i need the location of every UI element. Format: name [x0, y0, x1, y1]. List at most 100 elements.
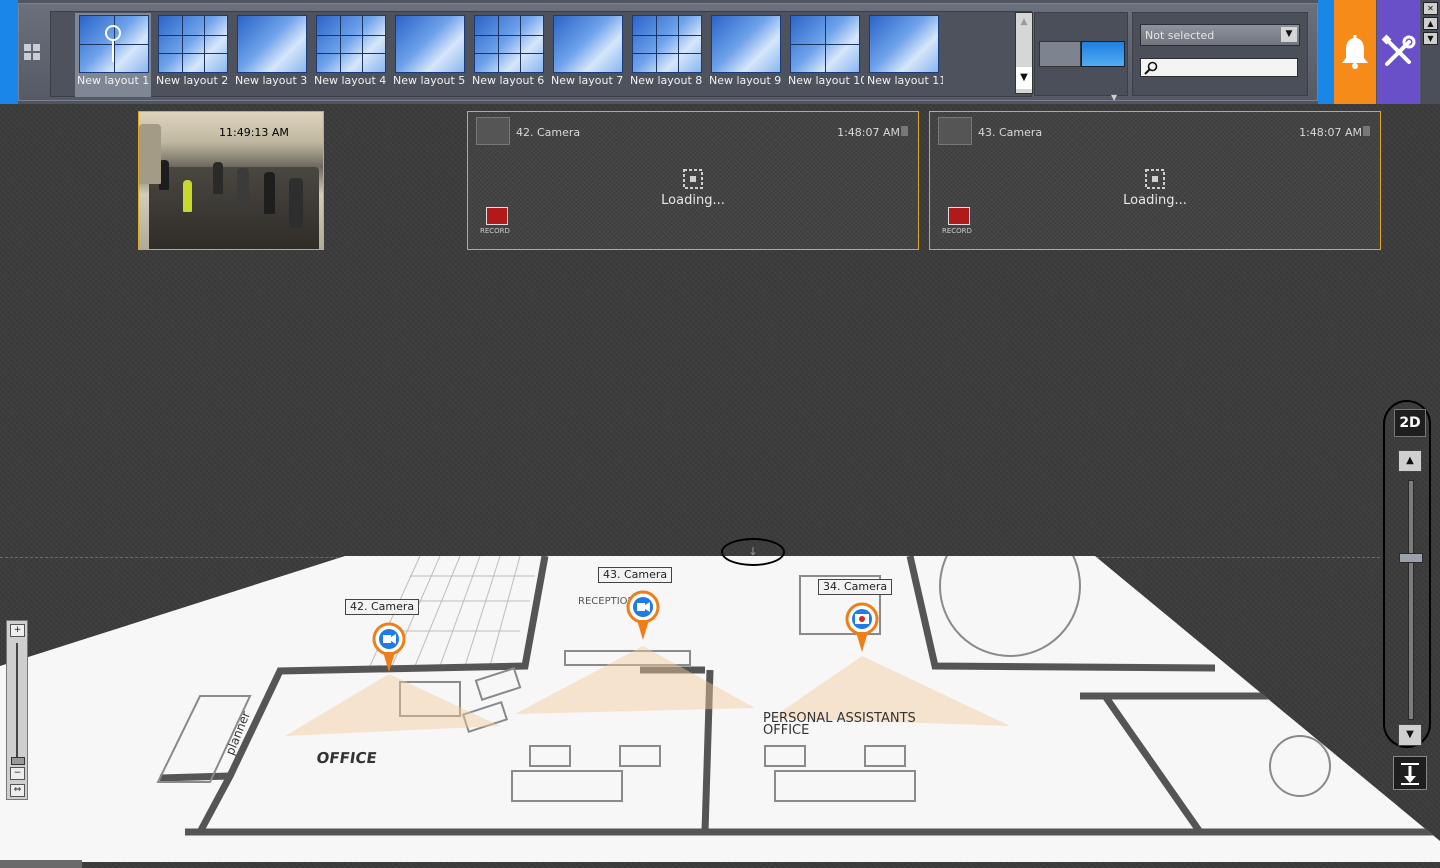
loading-spinner-icon	[683, 169, 703, 189]
layout-thumbnail[interactable]: New layout 9	[707, 13, 783, 97]
layout-preview	[790, 15, 860, 73]
layout-thumbnail[interactable]: New layout 3	[233, 13, 309, 97]
window-down-icon[interactable]: ▼	[1423, 32, 1438, 45]
layout-preview	[237, 15, 307, 73]
layout-thumbnail-label: New layout 4	[314, 74, 387, 87]
loading-spinner-icon	[1145, 169, 1165, 189]
alarms-button[interactable]	[1334, 0, 1376, 104]
layout-preview	[395, 15, 465, 73]
layout-thumbnail-label: New layout 10	[788, 74, 864, 87]
record-icon[interactable]	[948, 207, 970, 225]
zoom-out-button[interactable]: −	[10, 767, 25, 780]
top-toolbar: ☰ New layout 1New layout 2New layout 3Ne…	[0, 0, 1440, 104]
layout-thumbnail[interactable]: New layout 2	[154, 13, 230, 97]
timestamp-icon	[901, 126, 908, 136]
settings-tools-button[interactable]	[1377, 0, 1420, 104]
scroll-up-icon[interactable]: ▲	[1016, 17, 1032, 27]
zoom-track[interactable]	[16, 643, 18, 761]
video-wall	[139, 124, 161, 184]
layout-thumbnail[interactable]: New layout 5	[391, 13, 467, 97]
camera-select[interactable]: Not selected ▼	[1140, 24, 1300, 46]
camera-timestamp: 1:48:07 AM	[837, 126, 900, 139]
zoom-fit-button[interactable]: ⇔	[10, 784, 25, 797]
tilt-slider-thumb[interactable]	[1399, 553, 1423, 563]
camera-select-value: Not selected	[1145, 29, 1215, 42]
tilt-slider-track[interactable]	[1408, 480, 1414, 720]
layout-thumbnail[interactable]: New layout 8	[628, 13, 704, 97]
camera-tile-43[interactable]: 43. Camera 1:48:07 AM Loading... RECORD	[929, 111, 1381, 250]
tilt-down-button[interactable]: ▼	[1398, 724, 1422, 746]
camera-marker-43[interactable]	[626, 590, 660, 642]
zoom-slider-thumb[interactable]	[11, 757, 25, 765]
layout-preview	[711, 15, 781, 73]
search-icon	[1144, 61, 1158, 75]
left-accent-stripe	[0, 0, 18, 104]
right-accent-stripe	[1318, 0, 1334, 104]
view-mode-split-button[interactable]	[1081, 41, 1125, 67]
video-person	[213, 162, 223, 194]
camera-title: 42. Camera	[516, 126, 581, 139]
layout-thumbnail-label: New layout 2	[156, 74, 229, 87]
layout-preview	[316, 15, 386, 73]
video-camera-icon	[938, 117, 972, 145]
map-floor	[0, 556, 1440, 862]
layout-thumbnail-label: New layout 6	[472, 74, 545, 87]
window-up-icon[interactable]: ▲	[1423, 17, 1438, 30]
camera-title: 43. Camera	[978, 126, 1043, 139]
layout-thumbnail[interactable]: New layout 1	[75, 13, 151, 97]
layout-thumbnail[interactable]: New layout 10	[786, 13, 864, 97]
layout-thumbnail-label: New layout 8	[630, 74, 703, 87]
layout-preview	[869, 15, 939, 73]
layout-thumbnail-label: New layout 1	[77, 74, 150, 87]
map-split-handle[interactable]: ↓	[721, 538, 785, 566]
loading-text: Loading...	[661, 193, 725, 208]
window-controls: ✕ ▲ ▼	[1421, 0, 1440, 104]
view-mode-single-button[interactable]	[1039, 41, 1081, 67]
view-mode-expand-icon[interactable]: ▼	[1111, 93, 1117, 102]
layout-thumbnail-label: New layout 7	[551, 74, 624, 87]
window-pin-icon[interactable]: ✕	[1423, 2, 1438, 15]
layout-thumbnail[interactable]: New layout 11	[865, 13, 943, 97]
chevron-down-icon[interactable]: ▼	[1281, 27, 1297, 42]
tilt-up-button[interactable]: ▲	[1398, 450, 1422, 472]
layout-thumbnail-label: New layout 3	[235, 74, 308, 87]
scroll-down-icon[interactable]: ▼	[1016, 67, 1032, 89]
record-label: RECORD	[942, 227, 972, 235]
layout-thumbnail-label: New layout 5	[393, 74, 466, 87]
layout-thumbnail[interactable]: New layout 6	[470, 13, 546, 97]
layout-preview	[474, 15, 544, 73]
layout-strip-scrollbar[interactable]: ▲ ▼	[1015, 12, 1033, 94]
bottom-status-bar	[0, 860, 82, 868]
layout-grid-icon[interactable]	[24, 44, 40, 60]
dock-map-button[interactable]	[1393, 756, 1427, 790]
floor-plan-map[interactable]: OFFICE PERSONAL ASSISTANTS OFFICE RECEPT…	[0, 556, 1440, 868]
layout-thumbnail-label: New layout 11	[867, 74, 943, 87]
wrench-screwdriver-icon	[1381, 34, 1416, 66]
layout-thumbnail[interactable]: New layout 4	[312, 13, 388, 97]
layout-thumbnail-label: New layout 9	[709, 74, 782, 87]
room-pa-office-label-2: OFFICE	[763, 723, 809, 738]
layout-preview	[79, 15, 149, 73]
layout-thumbnail[interactable]: New layout 7	[549, 13, 625, 97]
view-mode-switch: ▼	[1034, 12, 1128, 102]
camera-tile-42[interactable]: 42. Camera 1:48:07 AM Loading... RECORD	[467, 111, 919, 250]
camera-live-tile[interactable]: 11:49:13 AM	[138, 111, 324, 250]
layout-preview	[158, 15, 228, 73]
camera-marker-34[interactable]	[845, 602, 879, 654]
camera-search-input[interactable]	[1140, 58, 1298, 77]
camera-timestamp: 1:48:07 AM	[1299, 126, 1362, 139]
map-zoom-control: + − ⇔	[6, 620, 28, 800]
view-2d-button[interactable]: 2D	[1394, 409, 1426, 437]
map-marker-label-34: 34. Camera	[818, 579, 893, 595]
record-label: RECORD	[480, 227, 510, 235]
video-person	[264, 172, 275, 214]
camera-timestamp: 11:49:13 AM	[219, 126, 289, 139]
record-icon[interactable]	[486, 207, 508, 225]
layout-preview	[632, 15, 702, 73]
map-marker-label-43: 43. Camera	[598, 567, 673, 583]
loading-text: Loading...	[1123, 193, 1187, 208]
camera-marker-42[interactable]	[372, 622, 406, 674]
video-person	[289, 178, 303, 228]
zoom-in-button[interactable]: +	[10, 624, 25, 637]
room-office-label: OFFICE	[315, 749, 378, 767]
